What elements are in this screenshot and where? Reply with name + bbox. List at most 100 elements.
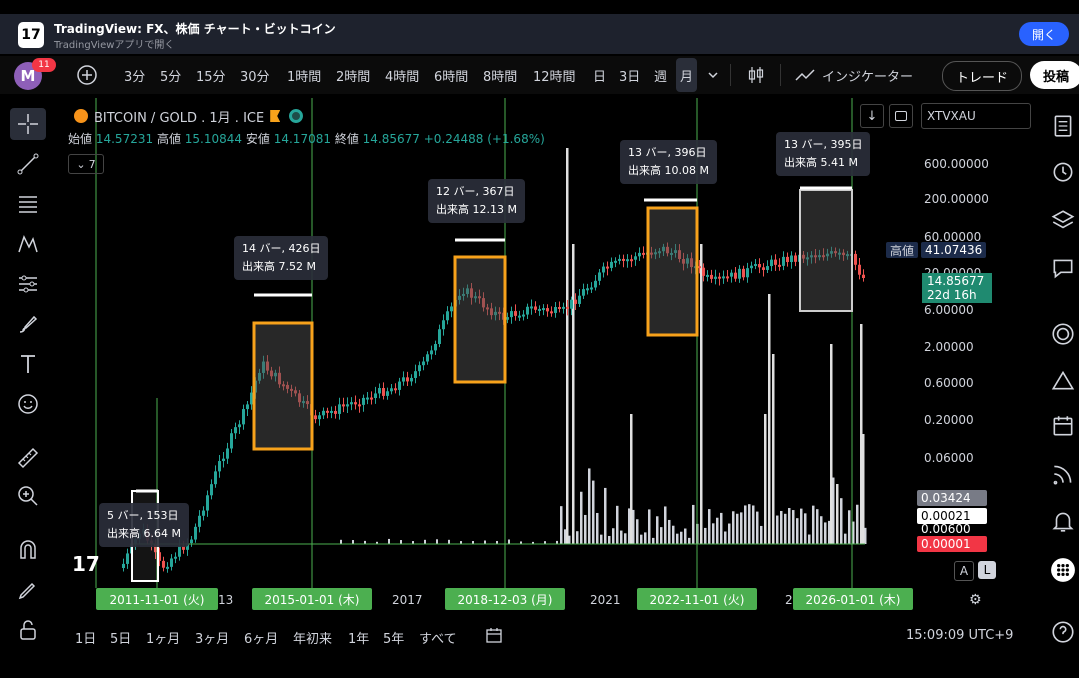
volume-bar — [584, 514, 587, 544]
apps-grid-icon[interactable] — [1046, 554, 1079, 586]
timeframe-15m[interactable]: 15分 — [196, 56, 226, 94]
high-label: 高値 — [156, 132, 181, 146]
volume-bar — [844, 533, 847, 544]
timeframe-1d[interactable]: 日 — [593, 56, 606, 94]
ideas-icon[interactable] — [1046, 364, 1079, 396]
candle — [594, 280, 597, 288]
timeframe-1mo[interactable]: 月 — [676, 58, 698, 92]
candle — [346, 404, 349, 407]
bell-icon[interactable] — [1046, 505, 1079, 537]
range-6m[interactable]: 6ヶ月 — [244, 628, 278, 647]
crosshair-icon[interactable] — [10, 108, 46, 140]
timeframe-2h[interactable]: 2時間 — [336, 56, 370, 94]
candle — [762, 267, 765, 270]
volume-bar — [388, 538, 390, 544]
brush-icon[interactable] — [10, 308, 46, 340]
candle — [122, 563, 125, 568]
range-all[interactable]: すべて — [419, 628, 457, 647]
target-icon[interactable] — [1046, 318, 1079, 350]
range-1d[interactable]: 1日 — [75, 628, 96, 647]
volume-bar — [840, 498, 843, 544]
symbol-legend[interactable]: BITCOIN / GOLD . 1月 . ICE — [74, 106, 307, 126]
settings-gear-icon[interactable]: ⚙ — [969, 592, 982, 608]
watchlist-icon[interactable] — [1046, 110, 1079, 142]
candle — [742, 268, 745, 278]
timeframe-1w[interactable]: 週 — [654, 56, 667, 94]
high-tag-value: 41.07436 — [921, 242, 987, 258]
range-1y[interactable]: 1年 — [348, 628, 369, 647]
layers-icon[interactable] — [1046, 205, 1079, 237]
broadcast-icon[interactable] — [1046, 458, 1079, 490]
indicators-button[interactable]: インジケーター — [822, 56, 913, 94]
timeframe-5m[interactable]: 5分 — [160, 56, 181, 94]
volume-bar — [604, 487, 607, 544]
range-5y[interactable]: 5年 — [383, 628, 404, 647]
candle — [374, 393, 377, 399]
volume-bar — [796, 518, 799, 544]
indicator-collapse-button[interactable]: ⌄ 7 — [68, 154, 104, 174]
candle — [190, 539, 193, 544]
auto-scale-button[interactable]: A — [954, 561, 974, 581]
pattern-icon[interactable] — [10, 228, 46, 260]
zoom-in-icon[interactable] — [10, 480, 46, 512]
measure-label-4: 13 バー, 396日 出来高 10.08 M — [620, 140, 717, 184]
timeframe-30m[interactable]: 30分 — [240, 56, 270, 94]
volume-bar — [744, 505, 747, 544]
range-1m[interactable]: 1ヶ月 — [146, 628, 180, 647]
candle — [178, 545, 181, 557]
volume-bar — [748, 504, 751, 544]
ruler-icon[interactable] — [10, 442, 46, 474]
chat-icon[interactable] — [1046, 252, 1079, 284]
candle — [746, 268, 749, 278]
text-tool-icon[interactable] — [10, 348, 46, 380]
candle — [226, 448, 229, 459]
notification-badge: 11 — [32, 58, 56, 72]
volume-bar — [820, 516, 823, 544]
clock-timezone[interactable]: 15:09:09 UTC+9 — [906, 628, 1013, 643]
range-ytd[interactable]: 年初来 — [293, 628, 332, 647]
projection-icon[interactable] — [10, 268, 46, 300]
range-3m[interactable]: 3ヶ月 — [195, 628, 229, 647]
goto-date-icon[interactable] — [484, 625, 504, 649]
timeframe-12h[interactable]: 12時間 — [533, 56, 576, 94]
lock-icon[interactable] — [10, 614, 46, 646]
open-app-button[interactable]: 開く — [1019, 22, 1069, 46]
volume-bar — [830, 344, 833, 544]
magnet-icon[interactable] — [10, 534, 46, 566]
timeframe-3d[interactable]: 3日 — [619, 56, 640, 94]
candles-icon[interactable] — [745, 56, 767, 94]
timeframe-6h[interactable]: 6時間 — [434, 56, 468, 94]
candle — [434, 344, 437, 351]
indicators-icon[interactable] — [794, 56, 816, 94]
candle — [582, 289, 585, 296]
post-button[interactable]: 投稿 — [1030, 61, 1079, 89]
alarm-clock-icon[interactable] — [1046, 155, 1079, 187]
timeframe-8h[interactable]: 8時間 — [483, 56, 517, 94]
help-icon[interactable] — [1046, 616, 1079, 648]
scroll-down-icon[interactable]: ↓ — [860, 104, 884, 128]
timeframe-1h[interactable]: 1時間 — [287, 56, 321, 94]
candle — [418, 365, 421, 372]
log-scale-button[interactable]: L — [978, 561, 996, 579]
timeframe-3m[interactable]: 3分 — [124, 56, 145, 94]
range-5d[interactable]: 5日 — [110, 628, 131, 647]
trend-line-icon[interactable] — [10, 148, 46, 180]
timeframe-4h[interactable]: 4時間 — [385, 56, 419, 94]
flag-icon[interactable] — [270, 110, 281, 122]
candle — [386, 391, 389, 396]
candle — [778, 264, 781, 267]
fullscreen-icon[interactable] — [889, 104, 913, 128]
emoji-icon[interactable] — [10, 388, 46, 420]
lock-pen-icon[interactable] — [10, 574, 46, 606]
chevron-down-icon[interactable] — [706, 56, 720, 94]
fib-retracement-icon[interactable] — [10, 188, 46, 220]
symbol-search-input[interactable]: XTVXAU — [921, 103, 1031, 129]
trade-button[interactable]: トレード — [942, 61, 1022, 91]
candle — [366, 397, 369, 400]
volume-bar — [580, 491, 583, 544]
calendar-icon[interactable] — [1046, 410, 1079, 442]
volume-bar — [352, 540, 354, 544]
volume-bar — [812, 505, 815, 544]
add-symbol-icon[interactable] — [76, 56, 98, 94]
volume-bar — [508, 539, 510, 544]
